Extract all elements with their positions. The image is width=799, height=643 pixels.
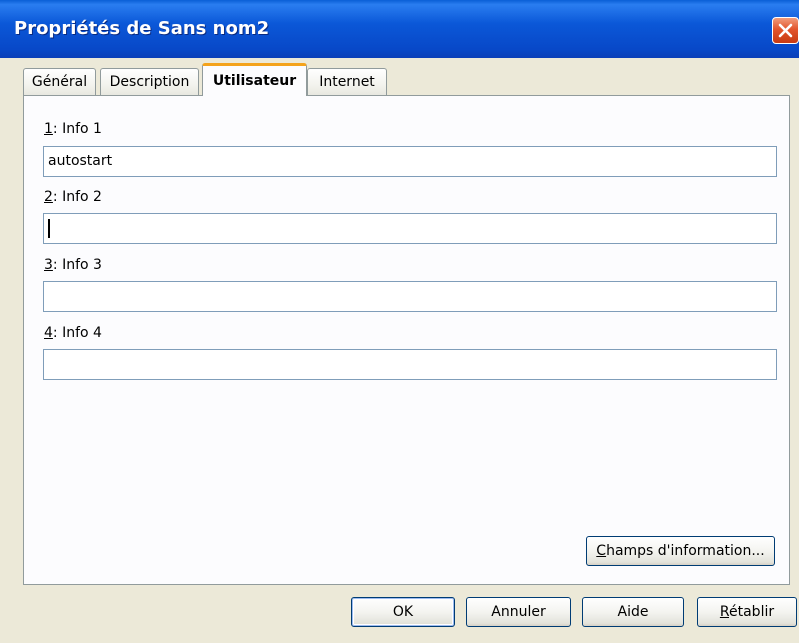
info3-field[interactable] [43, 281, 777, 312]
close-icon [778, 23, 793, 38]
cancel-button[interactable]: Annuler [466, 597, 571, 627]
info1-mnemonic: 1 [44, 121, 53, 137]
info2-label-text: : Info 2 [52, 189, 102, 205]
tab-internet-label: Internet [319, 74, 375, 90]
title-bar[interactable]: Propriétés de Sans nom2 [0, 0, 799, 58]
info4-label: 4: Info 4 [44, 325, 102, 341]
text-caret [48, 219, 50, 238]
close-button[interactable] [772, 17, 799, 44]
info1-field[interactable]: autostart [43, 146, 777, 177]
info2-field[interactable] [43, 213, 777, 244]
tab-description-label: Description [109, 74, 190, 90]
ok-label: OK [392, 604, 414, 620]
tab-internet[interactable]: Internet [307, 68, 387, 95]
help-button[interactable]: Aide [582, 597, 684, 627]
cancel-label: Annuler [491, 604, 546, 620]
tab-description[interactable]: Description [100, 68, 199, 95]
info3-label-text: : Info 3 [52, 257, 102, 273]
tab-general[interactable]: Général [23, 68, 96, 95]
info1-value: autostart [48, 153, 113, 169]
window-title: Propriétés de Sans nom2 [14, 18, 270, 39]
champs-mnemonic: C [596, 543, 607, 559]
tab-utilisateur-label: Utilisateur [212, 73, 297, 89]
properties-dialog: Propriétés de Sans nom2 Général Descript… [0, 0, 799, 643]
info3-label: 3: Info 3 [44, 257, 102, 273]
reset-button[interactable]: Rétablir [697, 597, 797, 627]
champs-information-button[interactable]: Champs d'information... [586, 536, 775, 566]
reset-mnemonic: R [719, 604, 729, 620]
champs-label: hamps d'information... [606, 543, 765, 559]
reset-label: établir [729, 604, 775, 620]
help-label: Aide [617, 604, 649, 620]
info2-label: 2: Info 2 [44, 189, 102, 205]
info1-label: 1: Info 1 [44, 121, 102, 137]
info4-mnemonic: 4 [44, 325, 53, 341]
tab-utilisateur[interactable]: Utilisateur [202, 63, 307, 96]
ok-button[interactable]: OK [351, 597, 455, 627]
tab-general-label: Général [31, 74, 88, 90]
info1-label-text: : Info 1 [52, 121, 102, 137]
info2-mnemonic: 2 [44, 189, 53, 205]
info4-label-text: : Info 4 [52, 325, 102, 341]
info4-field[interactable] [43, 349, 777, 380]
info3-mnemonic: 3 [44, 257, 53, 273]
tab-panel-utilisateur: 1: Info 1 autostart 2: Info 2 3: Info 3 … [23, 95, 790, 585]
